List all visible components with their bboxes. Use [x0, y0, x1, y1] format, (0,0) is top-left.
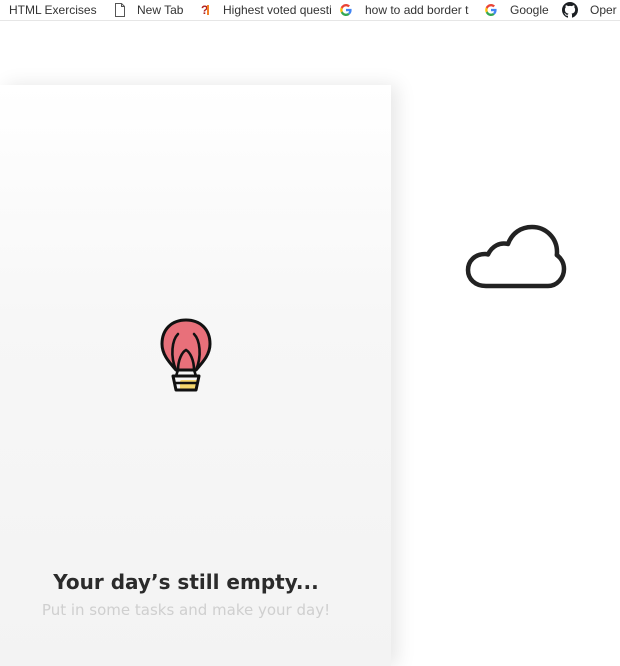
bookmark-label: Highest voted questi: [223, 3, 331, 17]
google-icon: [484, 3, 498, 17]
bookmark-new-tab[interactable]: New Tab: [113, 0, 194, 20]
empty-state-subtitle: Put in some tasks and make your day!: [41, 601, 331, 619]
bookmark-label: Oper: [590, 3, 617, 17]
bookmark-github[interactable]: Oper: [562, 0, 620, 20]
hot-air-balloon-icon: [160, 318, 212, 394]
stackoverflow-icon: ?: [199, 3, 213, 17]
bookmark-html-exercises[interactable]: HTML Exercises: [9, 0, 101, 20]
bookmark-label: New Tab: [137, 3, 184, 17]
bookmark-label: how to add border t: [365, 3, 469, 17]
bookmarks-bar: HTML Exercises New Tab ? Highest voted q…: [0, 0, 620, 21]
bookmark-border-search[interactable]: how to add border t: [339, 0, 479, 20]
cloud-icon: [464, 224, 568, 292]
github-icon: [562, 2, 578, 18]
bookmark-google[interactable]: Google: [484, 0, 562, 20]
google-icon: [339, 3, 353, 17]
bookmark-label: Google: [510, 3, 549, 17]
page-icon: [113, 3, 127, 17]
empty-state-title: Your day’s still empty...: [53, 570, 319, 594]
bookmark-label: HTML Exercises: [9, 3, 97, 17]
bookmark-highest-voted[interactable]: ? Highest voted questi: [199, 0, 334, 20]
